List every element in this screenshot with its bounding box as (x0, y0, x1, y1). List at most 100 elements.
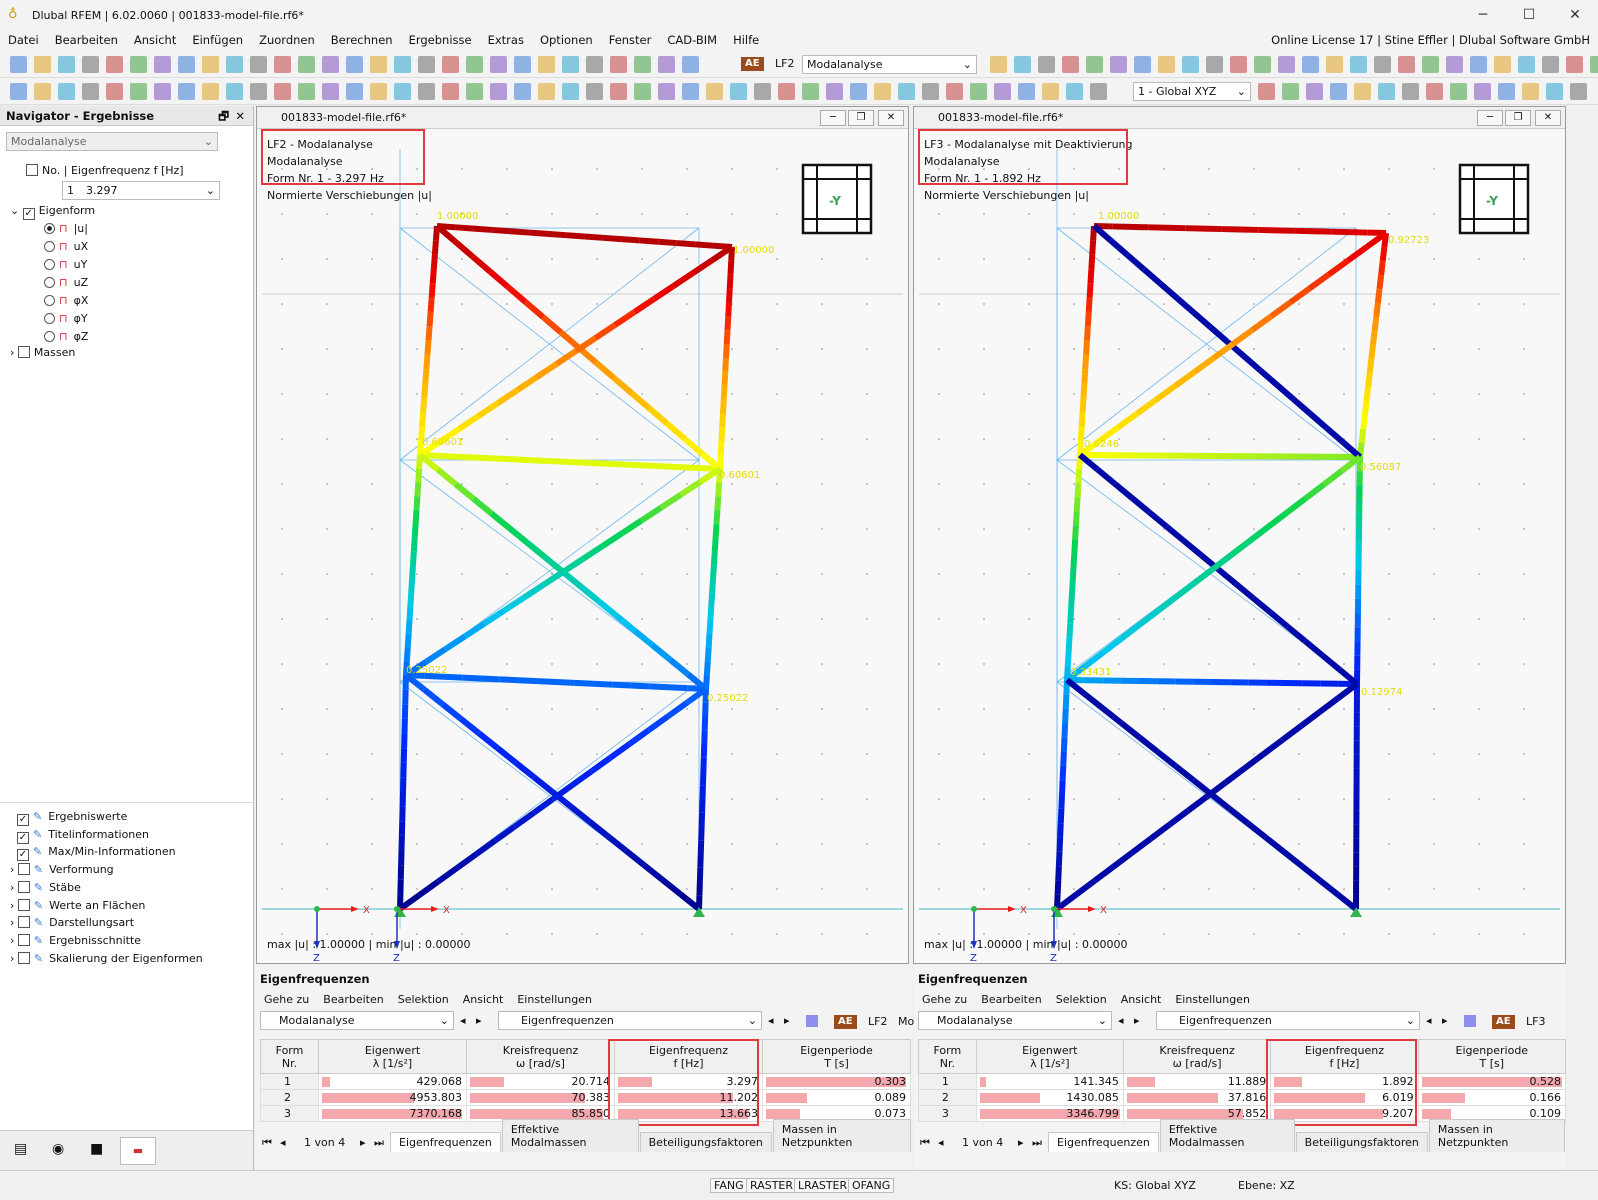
deformed-member-segment[interactable] (510, 228, 530, 236)
panel-menu-item[interactable]: Selektion (1056, 993, 1107, 1006)
toolbar-tool-icon[interactable] (58, 83, 75, 100)
deformed-member-segment[interactable] (489, 511, 512, 531)
deformed-member-segment[interactable] (436, 865, 460, 884)
deformed-member-segment[interactable] (1130, 836, 1153, 856)
deformed-member-segment[interactable] (1120, 621, 1143, 641)
toolbar-tool-icon[interactable] (1326, 56, 1343, 73)
first-page-icon[interactable]: ⏮ (920, 1136, 930, 1150)
deformed-member-segment[interactable] (1223, 765, 1247, 785)
deformed-member-segment[interactable] (1173, 369, 1197, 389)
deformed-member-segment[interactable] (1281, 849, 1304, 869)
panel-menu-item[interactable]: Gehe zu (922, 993, 967, 1006)
toolbar-tool-icon[interactable] (562, 56, 579, 73)
toolbar-tool-icon[interactable] (58, 56, 75, 73)
toolbar-tool-icon[interactable] (538, 56, 555, 73)
eigenform-component-0[interactable]: ⊓ |u| (44, 220, 88, 238)
next-page-icon[interactable]: ▸ (1018, 1136, 1024, 1149)
menu-ansicht[interactable]: Ansicht (126, 33, 184, 47)
deformed-member-segment[interactable] (415, 468, 423, 483)
toolbar-tool-icon[interactable] (1018, 83, 1035, 100)
toolbar-tool-icon[interactable] (1354, 83, 1371, 100)
deformed-member-segment[interactable] (652, 283, 676, 302)
deformed-member-segment[interactable] (1191, 310, 1213, 330)
deformed-member-segment[interactable] (535, 361, 559, 380)
prev-icon[interactable]: ◂ (768, 1014, 774, 1027)
toolbar-tool-icon[interactable] (1474, 83, 1491, 100)
deformed-member-segment[interactable] (1092, 864, 1116, 884)
display-option-0[interactable]: ✓ ✎ Ergebniswerte (10, 808, 127, 826)
value-cell[interactable]: 141.345 (975, 1073, 1124, 1090)
deformed-member-segment[interactable] (406, 606, 414, 621)
toolbar-tool-icon[interactable] (538, 83, 555, 100)
deformed-member-segment[interactable] (1373, 302, 1381, 318)
menu-bearbeiten[interactable]: Bearbeiten (47, 33, 126, 47)
deformed-member-segment[interactable] (1227, 806, 1250, 826)
toolbar-tool-icon[interactable] (106, 56, 123, 73)
deformed-member-segment[interactable] (410, 537, 418, 552)
deformed-member-segment[interactable] (594, 360, 616, 381)
deformed-member-segment[interactable] (1193, 566, 1216, 585)
deformed-member-segment[interactable] (518, 677, 538, 685)
toolbar-tool-icon[interactable] (850, 83, 867, 100)
panel-table-select[interactable]: Eigenfrequenzen ⌄ (1156, 1011, 1420, 1030)
deformed-member-segment[interactable] (1084, 311, 1092, 327)
toolbar-tool-icon[interactable] (106, 83, 123, 100)
deformed-member-segment[interactable] (522, 582, 546, 601)
toolbar-tool-icon[interactable] (1302, 56, 1319, 73)
menu-ergebnisse[interactable]: Ergebnisse (401, 33, 480, 47)
deformed-member-segment[interactable] (1056, 837, 1064, 852)
results-nav-icon[interactable]: ▬ (120, 1137, 156, 1165)
deformed-member-segment[interactable] (715, 482, 723, 497)
last-page-icon[interactable]: ⏭ (1032, 1136, 1042, 1150)
toolbar-tool-icon[interactable] (610, 56, 627, 73)
toolbar-tool-icon[interactable] (370, 56, 387, 73)
deformed-member-segment[interactable] (1135, 397, 1159, 416)
deformed-member-segment[interactable] (607, 460, 627, 468)
toolbar-tool-icon[interactable] (1398, 56, 1415, 73)
deformed-member-segment[interactable] (1065, 637, 1073, 653)
deformed-member-segment[interactable] (453, 481, 476, 502)
deformed-member-segment[interactable] (569, 459, 589, 466)
deformed-member-segment[interactable] (1233, 581, 1256, 601)
massen-node[interactable]: › Massen (10, 344, 75, 362)
deformed-member-segment[interactable] (649, 683, 669, 691)
deformed-member-segment[interactable] (642, 862, 665, 883)
deformed-member-segment[interactable] (1320, 653, 1342, 672)
toolbar-tool-icon[interactable] (946, 83, 963, 100)
deformed-member-segment[interactable] (1318, 878, 1340, 898)
toolbar-tool-icon[interactable] (250, 83, 267, 100)
deformed-member-segment[interactable] (1280, 723, 1303, 743)
deformed-member-segment[interactable] (570, 769, 594, 788)
coord-system-select[interactable]: 1 - Global XYZ ⌄ (1133, 82, 1251, 101)
next-page-icon[interactable]: ▸ (360, 1136, 366, 1149)
deformed-member-segment[interactable] (409, 564, 416, 579)
deformed-member-segment[interactable] (422, 368, 430, 384)
deformed-member-segment[interactable] (1095, 467, 1117, 486)
deformed-member-segment[interactable] (630, 682, 650, 690)
deformed-member-segment[interactable] (1378, 260, 1386, 276)
deformed-member-segment[interactable] (1212, 341, 1235, 361)
table-row[interactable]: 2 1430.085 37.816 6.019 0.166 (918, 1089, 1567, 1106)
deformed-member-segment[interactable] (424, 340, 432, 356)
status-raster[interactable]: RASTER (746, 1178, 798, 1193)
next-icon[interactable]: ▸ (784, 1014, 790, 1027)
component-radio[interactable] (44, 313, 55, 324)
display-option-checkbox[interactable] (17, 933, 30, 946)
deformed-member-segment[interactable] (710, 551, 718, 566)
deformed-member-segment[interactable] (608, 741, 632, 761)
deformed-member-segment[interactable] (499, 676, 519, 684)
deformed-member-segment[interactable] (423, 646, 447, 665)
deformed-member-segment[interactable] (532, 796, 555, 816)
view-close-button[interactable]: ✕ (878, 110, 904, 126)
deformed-member-segment[interactable] (1307, 272, 1331, 291)
deformed-member-segment[interactable] (515, 374, 539, 393)
deformed-member-segment[interactable] (596, 598, 619, 619)
deformed-member-segment[interactable] (414, 482, 422, 497)
toolbar-tool-icon[interactable] (154, 83, 171, 100)
deformed-member-segment[interactable] (682, 464, 702, 472)
deformed-member-segment[interactable] (1370, 330, 1378, 346)
component-radio[interactable] (44, 223, 55, 234)
deformed-member-segment[interactable] (1229, 538, 1252, 557)
deformed-member-segment[interactable] (1148, 822, 1172, 842)
deformed-member-segment[interactable] (1060, 737, 1068, 752)
